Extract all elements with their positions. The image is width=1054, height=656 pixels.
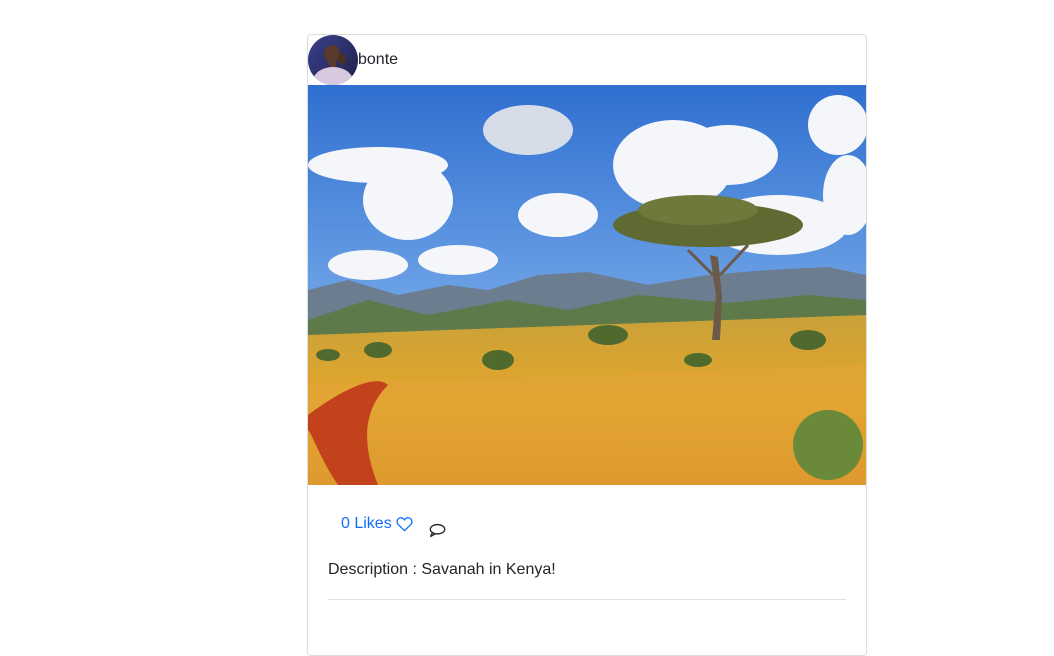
post-card: bonte 0 Likes Description: Savanah in K…: [307, 34, 867, 656]
post-description: Description : Savanah in Kenya!: [328, 561, 556, 578]
divider: [328, 599, 846, 600]
speech-bubble-icon[interactable]: [429, 523, 446, 538]
like-button[interactable]: 0 Likes: [341, 515, 413, 533]
heart-outline-icon: [396, 516, 413, 532]
likes-count-label: 0 Likes: [341, 515, 392, 532]
username[interactable]: bonte: [358, 51, 398, 69]
user-avatar[interactable]: [308, 35, 358, 85]
post-image: [308, 85, 866, 485]
post-actions: 0 Likes: [328, 485, 846, 561]
post-header: bonte: [308, 35, 866, 85]
post-body: 0 Likes Description : Savanah in Kenya!: [308, 485, 866, 600]
